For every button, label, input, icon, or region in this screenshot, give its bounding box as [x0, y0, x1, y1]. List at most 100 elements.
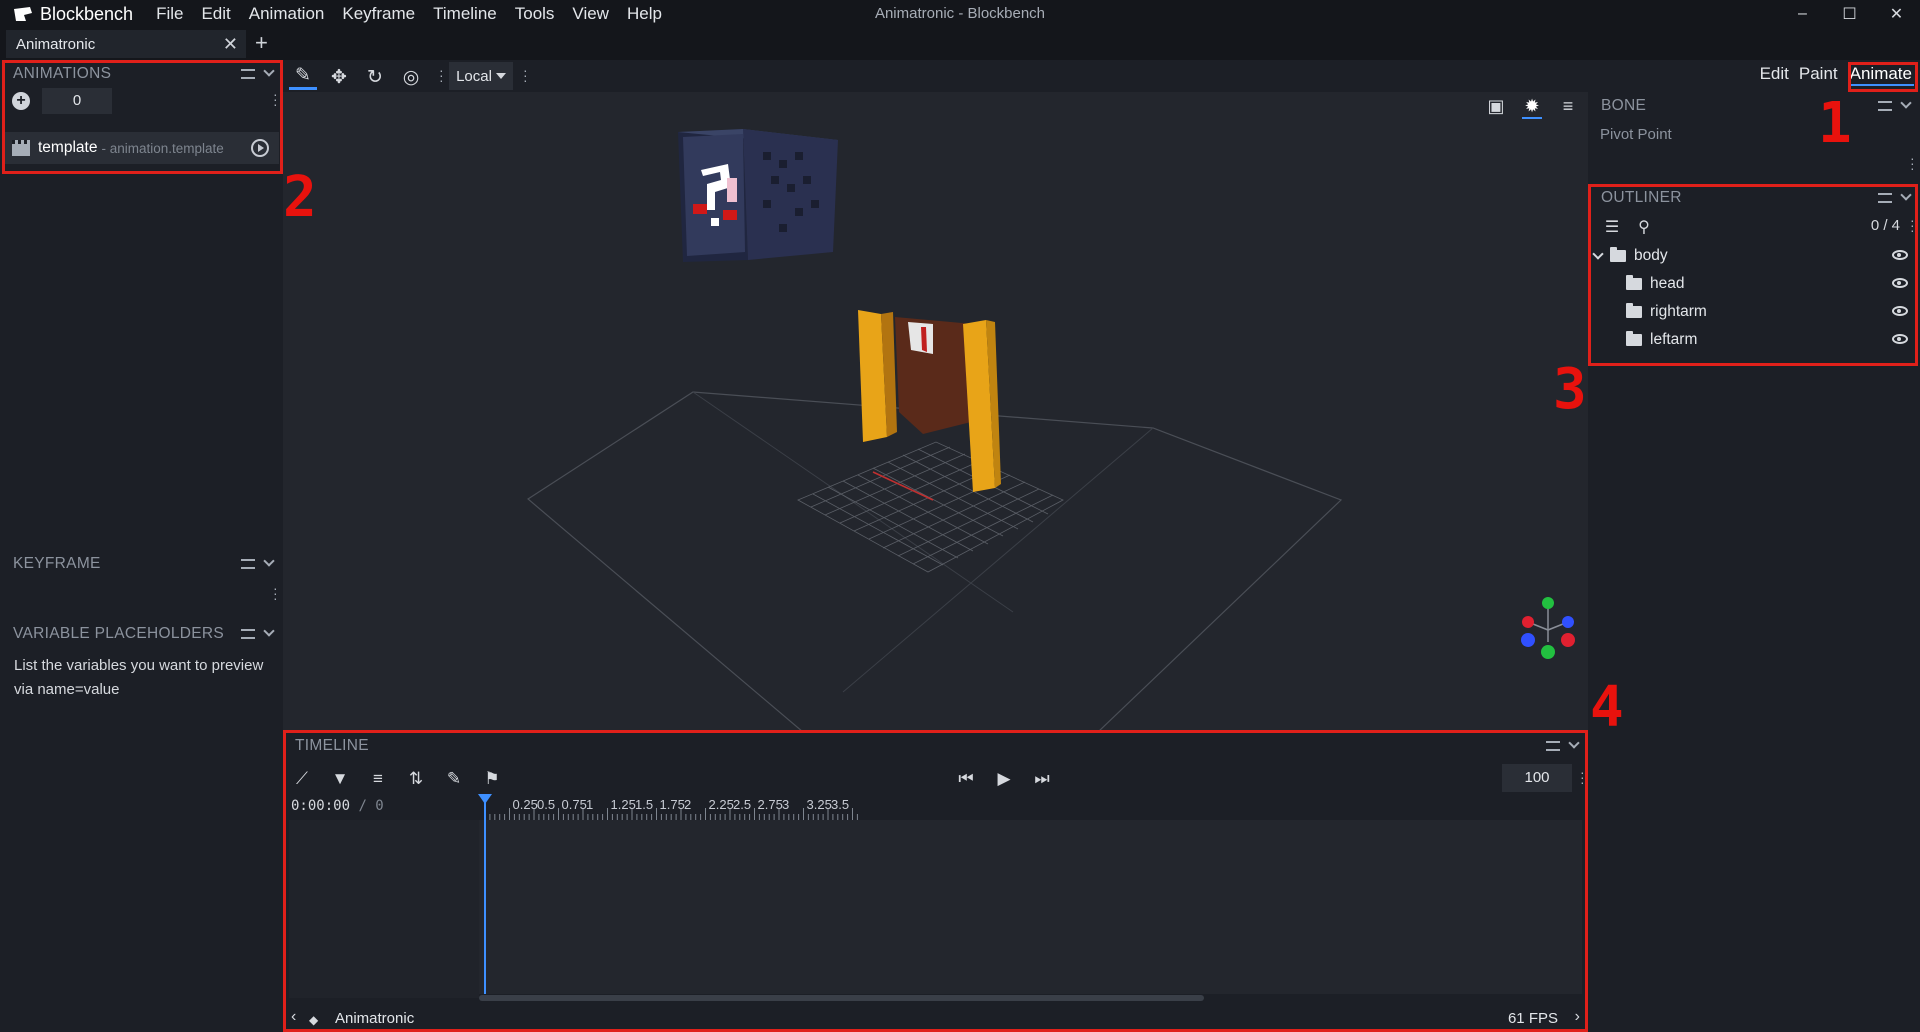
- menu-tools[interactable]: Tools: [506, 4, 564, 24]
- pose-tool-icon[interactable]: ✎: [289, 64, 317, 90]
- mode-edit[interactable]: Edit: [1760, 64, 1789, 86]
- play-animation-icon[interactable]: [251, 139, 269, 157]
- variables-hint-text[interactable]: List the variables you want to preview v…: [0, 648, 283, 708]
- visibility-eye-icon[interactable]: [1892, 306, 1908, 316]
- mode-animate[interactable]: Animate: [1847, 64, 1914, 86]
- minimize-button[interactable]: –: [1779, 0, 1826, 28]
- rotate-tool-icon[interactable]: ↻: [361, 64, 389, 90]
- panel-menu-icon[interactable]: [1878, 101, 1892, 111]
- collapse-chevron-icon[interactable]: [263, 625, 275, 637]
- animation-id: - animation.template: [101, 140, 224, 156]
- variable-placeholders-panel: VARIABLE PLACEHOLDERS List the variables…: [0, 620, 283, 760]
- panel-title: BONE: [1601, 97, 1647, 114]
- tab-close-icon[interactable]: ✕: [223, 34, 238, 55]
- menu-file[interactable]: File: [147, 4, 192, 24]
- more-options-icon[interactable]: · · ·: [273, 87, 278, 111]
- search-icon[interactable]: ⚲: [1630, 214, 1658, 240]
- filter-icon[interactable]: ▼: [327, 766, 353, 792]
- more-options-icon[interactable]: · · ·: [1580, 765, 1585, 789]
- align-icon[interactable]: ≡: [365, 766, 391, 792]
- menu-animation[interactable]: Animation: [240, 4, 334, 24]
- outliner-item-body[interactable]: body: [1588, 242, 1920, 270]
- 3d-viewport[interactable]: ▣ ✹ ≡: [283, 92, 1588, 730]
- ruler-label: 3.25: [807, 797, 832, 812]
- chevron-left-icon[interactable]: ‹: [291, 1008, 296, 1026]
- ruler-label: 1.25: [611, 797, 636, 812]
- outliner-item-rightarm[interactable]: rightarm: [1588, 298, 1920, 326]
- collapse-chevron-icon[interactable]: [263, 555, 275, 567]
- viewport-menu-icon[interactable]: ≡: [1558, 96, 1578, 119]
- panel-title: VARIABLE PLACEHOLDERS: [13, 625, 225, 642]
- play-icon[interactable]: ▶: [991, 766, 1017, 792]
- animation-counter-input[interactable]: 0: [42, 88, 112, 114]
- outliner-item-label: body: [1634, 247, 1668, 264]
- sort-icon[interactable]: ⇅: [403, 766, 429, 792]
- current-time: 0:00:00: [291, 798, 351, 814]
- visibility-eye-icon[interactable]: [1892, 250, 1908, 260]
- graph-editor-icon[interactable]: ⟋: [289, 766, 315, 792]
- outliner-toggle-icon[interactable]: ☰: [1598, 214, 1626, 240]
- chevron-right-icon[interactable]: ›: [1575, 1008, 1580, 1026]
- outliner-item-leftarm[interactable]: leftarm: [1588, 326, 1920, 354]
- panel-menu-icon[interactable]: [1878, 193, 1892, 203]
- ruler-label: 3.5: [831, 797, 849, 812]
- timeline-header: TIMELINE: [283, 732, 1588, 760]
- timeline-panel: TIMELINE ⟋ ▼ ≡ ⇅ ✎ ⚑ ⏮ ▶ ⏭ 100 · · · 0:00:…: [283, 730, 1588, 1032]
- menu-keyframe[interactable]: Keyframe: [333, 4, 424, 24]
- jump-end-icon[interactable]: ⏭: [1029, 766, 1055, 792]
- timeline-animators: [289, 820, 479, 998]
- menu-edit[interactable]: Edit: [192, 4, 239, 24]
- toolbar-more-icon[interactable]: · · ·: [439, 63, 444, 87]
- outliner-toolbar: ☰ ⚲ 0 / 4 · · ·: [1588, 212, 1920, 242]
- jump-start-icon[interactable]: ⏮: [953, 766, 979, 792]
- mode-paint[interactable]: Paint: [1799, 64, 1838, 86]
- lighting-sun-icon[interactable]: ✹: [1522, 96, 1542, 119]
- folder-icon: [1626, 331, 1642, 346]
- timeline-scrollbar[interactable]: [479, 994, 1582, 1002]
- more-options-icon[interactable]: · · ·: [1910, 151, 1915, 175]
- animation-item-template[interactable]: template - animation.template: [4, 132, 279, 164]
- bone-panel-header: BONE: [1588, 92, 1920, 120]
- pivot-tool-icon[interactable]: ◎: [397, 64, 425, 90]
- visibility-eye-icon[interactable]: [1892, 334, 1908, 344]
- timeline-ruler[interactable]: 0.25 0.5 0.75 1 1.25 1.5 1.75 2 2.25 2.5 2.75 3 3.25…: [479, 796, 1582, 820]
- maximize-button[interactable]: ☐: [1826, 0, 1873, 28]
- panel-menu-icon[interactable]: [241, 559, 255, 569]
- menu-view[interactable]: View: [563, 4, 618, 24]
- new-tab-button[interactable]: +: [255, 30, 268, 56]
- keyframe-panel: KEYFRAME · · ·: [0, 550, 283, 610]
- transform-space-value: Local: [456, 67, 492, 85]
- more-options-icon[interactable]: · · ·: [1910, 213, 1915, 237]
- dropdown-caret-icon: [495, 73, 506, 79]
- close-window-button[interactable]: ✕: [1873, 0, 1920, 28]
- menu-timeline[interactable]: Timeline: [424, 4, 506, 24]
- collapse-chevron-icon[interactable]: [1900, 189, 1912, 201]
- collapse-chevron-icon[interactable]: [1568, 737, 1580, 749]
- timeline-zoom-input[interactable]: 100: [1502, 764, 1572, 792]
- menu-help[interactable]: Help: [618, 4, 671, 24]
- expand-chevron-icon[interactable]: [1592, 248, 1604, 260]
- playhead[interactable]: [478, 794, 492, 998]
- collapse-chevron-icon[interactable]: [1900, 97, 1912, 109]
- collapse-chevron-icon[interactable]: [263, 65, 275, 77]
- pencil-icon[interactable]: ✎: [441, 766, 467, 792]
- ruler-label: 1: [586, 797, 593, 812]
- panel-menu-icon[interactable]: [1546, 741, 1560, 751]
- add-animation-icon[interactable]: +: [12, 92, 30, 110]
- timeline-toolbar: ⟋ ▼ ≡ ⇅ ✎ ⚑ ⏮ ▶ ⏭: [283, 766, 1588, 796]
- tab-bar: Animatronic ✕ +: [0, 28, 1920, 60]
- outliner-item-head[interactable]: head: [1588, 270, 1920, 298]
- timeline-tracks[interactable]: [479, 820, 1582, 998]
- panel-menu-icon[interactable]: [241, 629, 255, 639]
- image-icon[interactable]: ▣: [1486, 96, 1506, 119]
- transform-space-select[interactable]: Local: [449, 62, 513, 90]
- tab-animatronic[interactable]: Animatronic ✕: [6, 30, 246, 58]
- more-options-icon[interactable]: · · ·: [273, 581, 278, 605]
- scrollbar-thumb[interactable]: [479, 995, 1204, 1001]
- flag-icon[interactable]: ⚑: [479, 766, 505, 792]
- panel-menu-icon[interactable]: [241, 69, 255, 79]
- toolbar-more-icon[interactable]: · · ·: [523, 63, 528, 87]
- move-tool-icon[interactable]: ✥: [325, 64, 353, 90]
- app-logo: Blockbench: [0, 4, 133, 25]
- visibility-eye-icon[interactable]: [1892, 278, 1908, 288]
